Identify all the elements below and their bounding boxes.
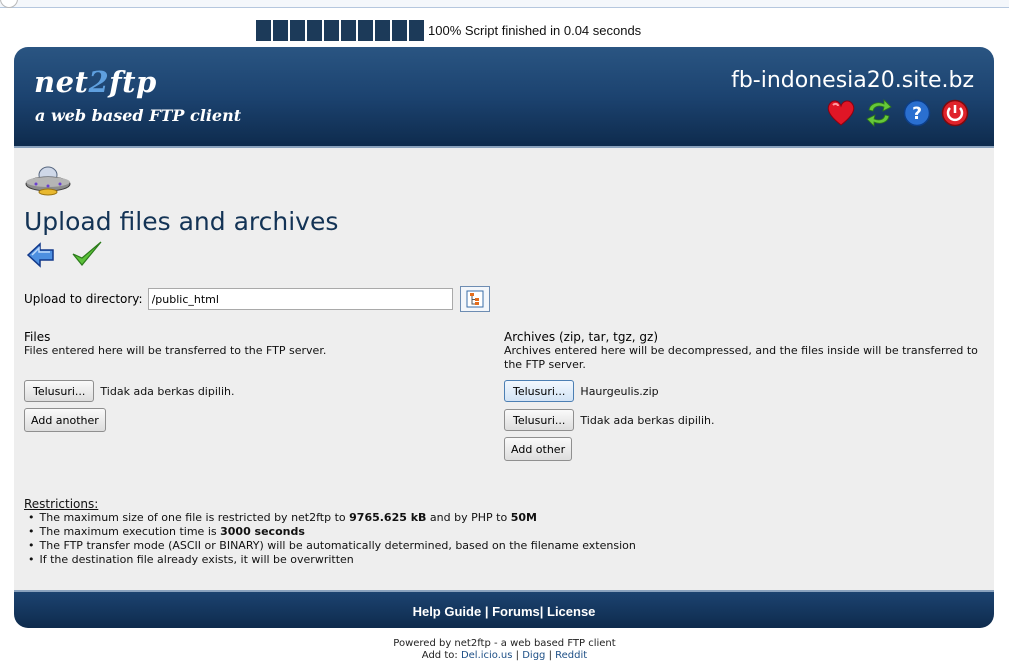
restriction-item: If the destination file already exists, …	[28, 553, 636, 567]
archives-description: Archives entered here will be decompress…	[504, 344, 978, 371]
file-browse-button[interactable]: Telusuri...	[24, 380, 95, 402]
browser-top-edge	[0, 0, 1009, 8]
tagline: a web based FTP client	[35, 106, 242, 125]
app-frame: net2ftp a web based FTP client fb-indone…	[14, 47, 994, 628]
net2ftp-logo[interactable]: net2ftp	[34, 65, 157, 99]
archive-browse-button[interactable]: Telusuri...	[504, 380, 575, 402]
progress-block	[307, 20, 322, 41]
refresh-icon[interactable]	[864, 98, 894, 128]
upload-directory-input[interactable]	[147, 288, 453, 310]
progress-block	[256, 20, 271, 41]
files-section: Files Files entered here will be transfe…	[24, 330, 494, 432]
logo-net: net	[34, 65, 89, 99]
delicious-link[interactable]: Del.icio.us	[461, 650, 513, 661]
archive-input-row: Telusuri... Tidak ada berkas dipilih.	[504, 408, 984, 432]
app-header: net2ftp a web based FTP client fb-indone…	[14, 47, 994, 148]
archive-chosen-name: Haurgeulis.zip	[580, 384, 659, 398]
logo-two: 2	[88, 65, 110, 99]
add-to-links: Add to: Del.icio.us | Digg | Reddit	[421, 650, 588, 661]
progress-block	[324, 20, 339, 41]
powered-by: Powered by net2ftp - a web based FTP cli…	[0, 638, 1009, 661]
license-link[interactable]: License	[547, 604, 595, 619]
files-heading: Files	[24, 330, 51, 344]
app-footer: Help Guide | Forums| License	[14, 590, 994, 628]
powered-by-text: Powered by net2ftp - a web based FTP cli…	[393, 638, 616, 649]
restriction-item: The maximum size of one file is restrict…	[28, 511, 636, 525]
progress-block	[273, 20, 288, 41]
progress-block	[392, 20, 407, 41]
progress-block	[358, 20, 373, 41]
back-icon[interactable]	[26, 241, 56, 269]
bookmark-heart-icon[interactable]	[826, 98, 856, 128]
reddit-link[interactable]: Reddit	[555, 650, 587, 661]
archive-chosen-name: Tidak ada berkas dipilih.	[580, 413, 715, 427]
script-progress: 100% Script finished in 0.04 seconds	[256, 20, 641, 41]
header-icons: ?	[826, 98, 970, 128]
add-another-button[interactable]: Add another	[24, 408, 106, 432]
file-chosen-name: Tidak ada berkas dipilih.	[100, 384, 235, 398]
restriction-item: The maximum execution time is 3000 secon…	[28, 525, 636, 539]
svg-text:?: ?	[912, 104, 922, 124]
forums-link[interactable]: Forums	[492, 604, 540, 619]
upload-directory-row: Upload to directory:	[24, 286, 490, 312]
restrictions-heading: Restrictions:	[24, 497, 99, 511]
browser-button[interactable]	[0, 0, 18, 8]
page-title: Upload files and archives	[24, 207, 339, 236]
restrictions: Restrictions: The maximum size of one fi…	[24, 497, 636, 567]
progress-block	[341, 20, 356, 41]
progress-text: 100% Script finished in 0.04 seconds	[428, 23, 642, 38]
ufo-icon	[24, 162, 74, 202]
directory-tree-button[interactable]	[459, 286, 490, 312]
add-other-button[interactable]: Add other	[504, 437, 573, 461]
progress-block	[375, 20, 390, 41]
site-name: fb-indonesia20.site.bz	[731, 68, 974, 93]
archives-section: Archives (zip, tar, tgz, gz) Archives en…	[504, 330, 984, 461]
file-input-row: Telusuri... Tidak ada berkas dipilih.	[24, 379, 494, 403]
submit-check-icon[interactable]	[70, 239, 104, 269]
archives-heading: Archives (zip, tar, tgz, gz)	[504, 330, 658, 344]
progress-block	[409, 20, 424, 41]
digg-link[interactable]: Digg	[522, 650, 545, 661]
progress-block	[290, 20, 305, 41]
archive-input-row: Telusuri... Haurgeulis.zip	[504, 379, 984, 403]
files-description: Files entered here will be transferred t…	[24, 344, 327, 357]
progress-bar	[256, 20, 426, 41]
help-guide-link[interactable]: Help Guide	[413, 604, 482, 619]
logout-icon[interactable]	[940, 98, 970, 128]
upload-directory-label: Upload to directory:	[24, 292, 143, 306]
archive-browse-button[interactable]: Telusuri...	[504, 409, 575, 431]
logo-ftp: ftp	[109, 65, 157, 99]
help-icon[interactable]: ?	[902, 98, 932, 128]
restriction-item: The FTP transfer mode (ASCII or BINARY) …	[28, 539, 636, 553]
restrictions-list: The maximum size of one file is restrict…	[24, 511, 636, 567]
